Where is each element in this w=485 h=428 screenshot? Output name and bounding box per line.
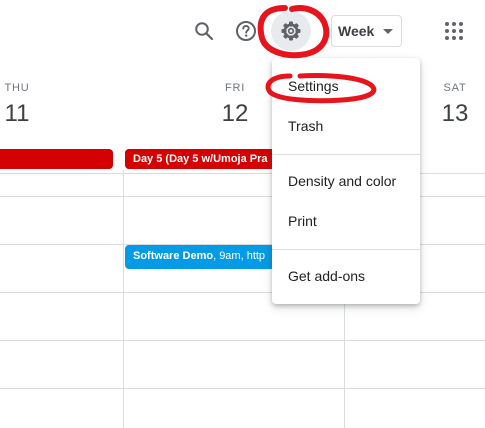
view-select[interactable]: Week: [331, 15, 402, 47]
day-number[interactable]: 11: [0, 100, 34, 128]
menu-divider: [272, 249, 420, 250]
menu-item-print[interactable]: Print: [272, 203, 420, 239]
allday-event-fri[interactable]: Day 5 (Day 5 w/Umoja Pra: [125, 149, 285, 169]
gear-icon: [281, 21, 301, 41]
apps-button[interactable]: [434, 11, 474, 51]
event-title: Day 5 (Day 5 w/Umoja Pra: [133, 153, 268, 165]
menu-item-label: Trash: [288, 118, 324, 134]
menu-item-label: Settings: [288, 78, 339, 94]
menu-item-label: Density and color: [288, 173, 397, 189]
hour-line: [0, 388, 485, 389]
help-button[interactable]: [226, 11, 266, 51]
hour-line: [0, 340, 485, 341]
search-icon: [195, 22, 214, 41]
day-header-sat[interactable]: SAT 13: [430, 82, 480, 128]
allday-event-thu[interactable]: [0, 149, 113, 169]
day-header-fri[interactable]: FRI 12: [210, 82, 260, 128]
menu-item-label: Print: [288, 213, 317, 229]
event-software-demo[interactable]: Software Demo, 9am, http: [125, 245, 285, 269]
menu-item-get-add-ons[interactable]: Get add-ons: [272, 258, 420, 294]
menu-item-label: Get add-ons: [288, 268, 366, 284]
day-name: FRI: [224, 82, 246, 94]
settings-menu-button[interactable]: [271, 11, 311, 51]
event-title: Software Demo: [133, 250, 214, 262]
day-number[interactable]: 13: [430, 100, 480, 128]
event-detail: , 9am, http: [213, 250, 266, 262]
help-icon: [236, 21, 256, 41]
day-number[interactable]: 12: [210, 100, 260, 128]
menu-item-density-and-color[interactable]: Density and color: [272, 163, 420, 199]
search-button[interactable]: [184, 11, 224, 51]
day-name: SAT: [443, 82, 467, 94]
apps-grid-icon: [445, 22, 463, 40]
day-header-thu[interactable]: THU 11: [0, 82, 34, 128]
top-bar: Week: [0, 0, 485, 62]
chevron-down-icon: [383, 29, 393, 34]
menu-item-trash[interactable]: Trash: [272, 108, 420, 144]
menu-item-settings[interactable]: Settings: [272, 68, 420, 104]
day-column-divider: [123, 170, 124, 428]
view-select-label: Week: [338, 23, 375, 39]
settings-menu: Settings Trash Density and color Print G…: [272, 58, 420, 304]
menu-divider: [272, 154, 420, 155]
day-name: THU: [4, 82, 30, 94]
